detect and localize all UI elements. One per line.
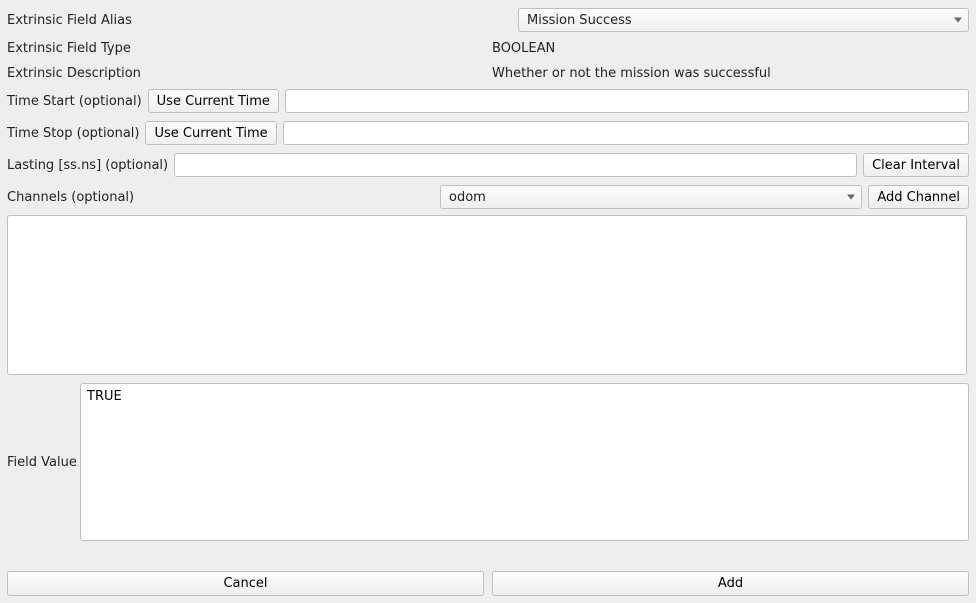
time-stop-input[interactable] <box>283 121 969 145</box>
channels-dropdown-value: odom <box>449 190 486 205</box>
chevron-down-icon <box>847 195 855 200</box>
channels-list-area[interactable] <box>7 215 967 375</box>
label-time-stop: Time Stop (optional) <box>7 126 139 141</box>
extrinsic-description-value: Whether or not the mission was successfu… <box>492 66 771 81</box>
time-start-use-current-button[interactable]: Use Current Time <box>148 89 279 113</box>
label-channels: Channels (optional) <box>7 190 440 205</box>
label-time-start: Time Start (optional) <box>7 94 142 109</box>
label-extrinsic-field-alias: Extrinsic Field Alias <box>7 13 518 28</box>
cancel-button[interactable]: Cancel <box>7 571 484 596</box>
field-value-input[interactable] <box>80 383 969 541</box>
add-channel-button[interactable]: Add Channel <box>868 185 969 209</box>
channels-dropdown[interactable]: odom <box>440 185 862 209</box>
label-field-value: Field Value <box>7 455 77 470</box>
add-button[interactable]: Add <box>492 571 969 596</box>
chevron-down-icon <box>954 18 962 23</box>
label-extrinsic-field-type: Extrinsic Field Type <box>7 41 492 56</box>
lasting-input[interactable] <box>174 153 857 177</box>
extrinsic-field-alias-dropdown[interactable]: Mission Success <box>518 8 969 32</box>
extrinsic-field-alias-value: Mission Success <box>527 13 632 28</box>
time-stop-use-current-button[interactable]: Use Current Time <box>145 121 276 145</box>
label-lasting: Lasting [ss.ns] (optional) <box>7 158 168 173</box>
time-start-input[interactable] <box>285 89 969 113</box>
clear-interval-button[interactable]: Clear Interval <box>863 153 969 177</box>
label-extrinsic-description: Extrinsic Description <box>7 66 492 81</box>
extrinsic-field-type-value: BOOLEAN <box>492 41 555 56</box>
